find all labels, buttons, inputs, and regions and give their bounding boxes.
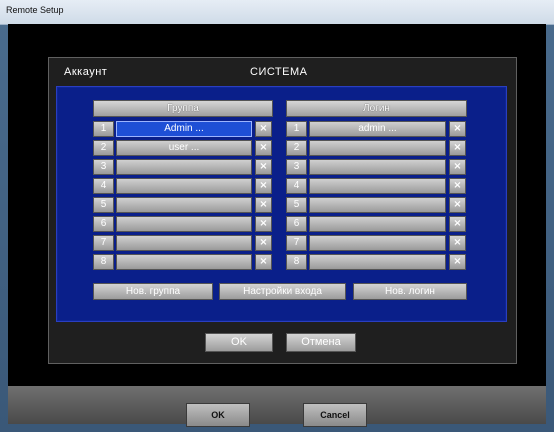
- close-icon[interactable]: ×: [449, 140, 466, 156]
- close-icon[interactable]: ×: [449, 178, 466, 194]
- dialog-ok-button[interactable]: OK: [205, 333, 273, 352]
- group-field[interactable]: [116, 254, 252, 270]
- login-row-number: 4: [286, 178, 307, 194]
- login-row-number: 6: [286, 216, 307, 232]
- login-row-number: 3: [286, 159, 307, 175]
- close-icon[interactable]: ×: [255, 216, 272, 232]
- login-field[interactable]: [309, 235, 446, 251]
- group-row-number: 7: [93, 235, 114, 251]
- login-row-number: 1: [286, 121, 307, 137]
- dialog-title: СИСТЕМА: [250, 66, 308, 78]
- cancel-button[interactable]: Cancel: [303, 403, 367, 427]
- login-column-header: Логин: [286, 100, 467, 117]
- login-field[interactable]: admin ...: [309, 121, 446, 137]
- group-row-number: 6: [93, 216, 114, 232]
- group-field[interactable]: Admin ...: [116, 121, 252, 137]
- login-settings-button[interactable]: Настройки входа: [219, 283, 346, 300]
- group-row-number: 3: [93, 159, 114, 175]
- close-icon[interactable]: ×: [449, 121, 466, 137]
- dialog-cancel-button[interactable]: Отмена: [286, 333, 356, 352]
- login-field[interactable]: [309, 178, 446, 194]
- close-icon[interactable]: ×: [449, 254, 466, 270]
- ok-button[interactable]: OK: [186, 403, 250, 427]
- group-row-number: 8: [93, 254, 114, 270]
- close-icon[interactable]: ×: [255, 197, 272, 213]
- group-field[interactable]: [116, 197, 252, 213]
- dialog-section-title: Аккаунт: [64, 66, 108, 78]
- group-field[interactable]: [116, 159, 252, 175]
- close-icon[interactable]: ×: [449, 159, 466, 175]
- group-row-number: 5: [93, 197, 114, 213]
- group-row-number: 4: [93, 178, 114, 194]
- login-row-number: 5: [286, 197, 307, 213]
- login-field[interactable]: [309, 159, 446, 175]
- login-row-number: 8: [286, 254, 307, 270]
- login-field[interactable]: [309, 140, 446, 156]
- group-field[interactable]: user ...: [116, 140, 252, 156]
- group-field[interactable]: [116, 178, 252, 194]
- group-field[interactable]: [116, 235, 252, 251]
- close-icon[interactable]: ×: [449, 216, 466, 232]
- close-icon[interactable]: ×: [255, 178, 272, 194]
- group-row-number: 1: [93, 121, 114, 137]
- close-icon[interactable]: ×: [255, 235, 272, 251]
- close-icon[interactable]: ×: [255, 121, 272, 137]
- window-titlebar[interactable]: Remote Setup: [0, 0, 554, 25]
- login-field[interactable]: [309, 197, 446, 213]
- new-login-button[interactable]: Нов. логин: [353, 283, 467, 300]
- group-field[interactable]: [116, 216, 252, 232]
- group-row-number: 2: [93, 140, 114, 156]
- login-row-number: 7: [286, 235, 307, 251]
- new-group-button[interactable]: Нов. группа: [93, 283, 213, 300]
- close-icon[interactable]: ×: [449, 197, 466, 213]
- login-field[interactable]: [309, 216, 446, 232]
- close-icon[interactable]: ×: [255, 140, 272, 156]
- window-title: Remote Setup: [6, 5, 64, 15]
- bottom-bar: [8, 386, 546, 424]
- close-icon[interactable]: ×: [449, 235, 466, 251]
- close-icon[interactable]: ×: [255, 159, 272, 175]
- login-row-number: 2: [286, 140, 307, 156]
- group-column-header: Группа: [93, 100, 273, 117]
- login-field[interactable]: [309, 254, 446, 270]
- close-icon[interactable]: ×: [255, 254, 272, 270]
